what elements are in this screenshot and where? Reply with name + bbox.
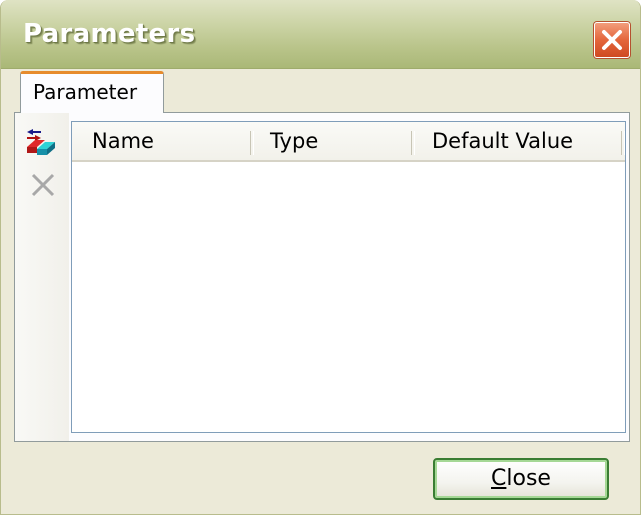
close-icon [602, 30, 622, 50]
add-parameter-icon [27, 129, 55, 155]
column-header-default-value[interactable]: Default Value [432, 122, 622, 160]
parameters-table[interactable]: Name Type Default Value [71, 121, 626, 433]
delete-icon [31, 173, 55, 197]
column-header-type[interactable]: Type [270, 122, 410, 160]
delete-parameter-button[interactable] [25, 167, 61, 203]
column-header-name[interactable]: Name [92, 122, 250, 160]
tab-parameter-label: Parameter [33, 80, 138, 104]
window-title: Parameters [23, 19, 196, 49]
column-divider[interactable] [411, 131, 415, 155]
close-button-mnemonic: C [491, 466, 507, 491]
window-close-button[interactable] [594, 22, 630, 58]
column-divider[interactable] [250, 131, 254, 155]
parameters-dialog: Parameters Parameter Name Type Default V… [0, 0, 641, 515]
close-button[interactable]: Close [433, 458, 609, 500]
tab-parameter[interactable]: Parameter [20, 71, 164, 113]
column-divider[interactable] [621, 131, 625, 155]
close-button-label: lose [506, 466, 551, 491]
add-parameter-button[interactable] [23, 123, 59, 159]
parameter-toolbar [15, 113, 69, 441]
title-bar[interactable]: Parameters [1, 0, 640, 69]
table-header: Name Type Default Value [72, 122, 625, 162]
